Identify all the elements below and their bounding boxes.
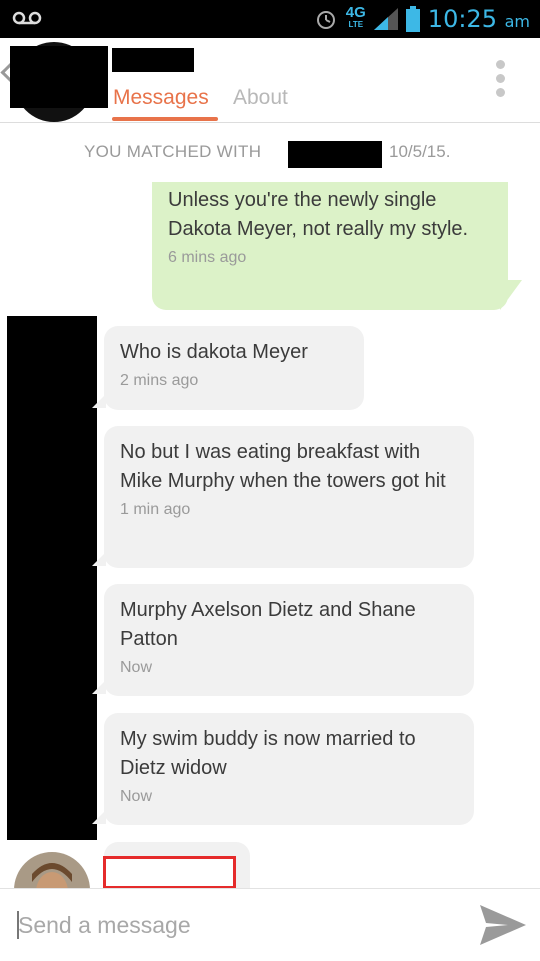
message-time: 1 min ago xyxy=(120,501,191,518)
message-input[interactable] xyxy=(16,901,460,949)
redaction-bar xyxy=(7,316,97,840)
message-time: Now xyxy=(120,659,153,676)
bubble-tail xyxy=(500,280,522,310)
match-name-redacted xyxy=(112,48,194,72)
message-composer xyxy=(0,888,540,961)
received-message-bubble[interactable]: Murphy Axelson Dietz and Shane Patton No… xyxy=(104,584,474,696)
message-text: Unless you're the newly single Dakota Me… xyxy=(168,189,469,240)
message-text: Murphy Axelson Dietz and Shane Patton xyxy=(120,599,416,650)
message-time: 2 mins ago xyxy=(120,372,199,389)
match-date: 10/5/15. xyxy=(389,142,451,161)
message-time: Now xyxy=(120,788,153,805)
tab-about[interactable]: About xyxy=(233,86,288,110)
clock: 10:25 am xyxy=(427,5,530,33)
highlight-box xyxy=(103,856,236,889)
redaction-bar xyxy=(10,46,108,108)
conversation-header: Messages About xyxy=(0,38,540,123)
received-message-bubble[interactable]: No but I was eating breakfast with Mike … xyxy=(104,426,474,568)
received-message-bubble[interactable]: My swim buddy is now married to Dietz wi… xyxy=(104,713,474,825)
match-banner-text: YOU MATCHED WITH xyxy=(84,142,262,161)
message-text: Who is dakota Meyer xyxy=(120,341,308,363)
message-time: 6 mins ago xyxy=(168,249,247,266)
signal-icon xyxy=(373,8,398,30)
message-text: My swim buddy is now married to Dietz wi… xyxy=(120,728,416,779)
status-bar: 4G LTE 10:25 am xyxy=(0,0,540,38)
sent-message-bubble[interactable]: Unless you're the newly single Dakota Me… xyxy=(152,182,508,310)
message-text: No but I was eating breakfast with Mike … xyxy=(120,441,446,492)
bubble-tail xyxy=(92,810,106,824)
tab-messages[interactable]: Messages xyxy=(113,86,209,110)
text-cursor xyxy=(17,911,19,939)
bubble-tail xyxy=(92,680,106,694)
alarm-icon xyxy=(316,11,335,29)
network-type: 4G LTE xyxy=(345,4,366,29)
battery-icon xyxy=(405,6,420,32)
bubble-tail xyxy=(92,394,106,408)
matched-name-redacted xyxy=(288,141,382,168)
send-icon[interactable] xyxy=(478,903,528,947)
more-vert-icon[interactable] xyxy=(496,60,506,102)
bubble-tail xyxy=(92,552,106,566)
voicemail-icon xyxy=(12,11,42,25)
received-message-bubble[interactable]: Who is dakota Meyer 2 mins ago xyxy=(104,326,364,410)
active-tab-indicator xyxy=(112,117,218,121)
